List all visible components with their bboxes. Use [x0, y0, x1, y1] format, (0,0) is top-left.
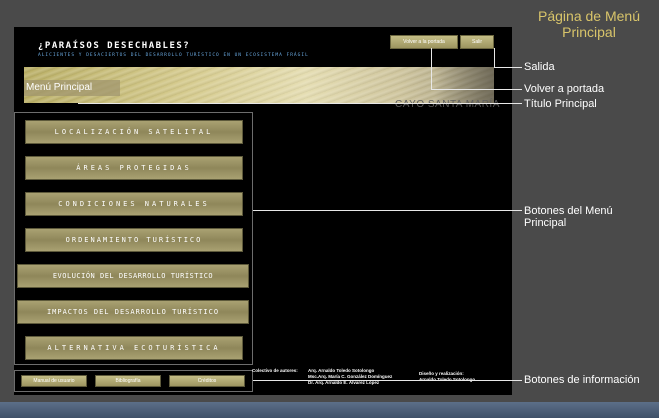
app-title: ¿PARAÍSOS DESECHABLES?	[38, 41, 191, 51]
leader-info-buttons	[253, 380, 522, 381]
menu-button-impactos[interactable]: IMPACTOS DEL DESARROLLO TURÍSTICO	[17, 300, 249, 324]
menu-button-evolucion[interactable]: EVOLUCIÓN DEL DESARROLLO TURÍSTICO	[17, 264, 249, 288]
leader-home	[431, 89, 522, 90]
menu-button-localizacion[interactable]: LOCALIZACIÓN SATELITAL	[25, 120, 243, 144]
annotation-menu-buttons: Botones del Menú Principal	[524, 205, 613, 229]
app-header: ¿PARAÍSOS DESECHABLES? ALICIENTES Y DESA…	[14, 27, 512, 67]
home-button[interactable]: Volver a la portada	[390, 35, 458, 49]
leader-exit-vertical	[494, 48, 495, 67]
credits-design: Diseño y realización: Arnaldo Toledo Sot…	[419, 371, 475, 383]
creditos-button[interactable]: Créditos	[169, 375, 245, 387]
menu-button-areas[interactable]: ÁREAS PROTEGIDAS	[25, 156, 243, 180]
annotation-title: Título Principal	[524, 98, 597, 110]
menu-button-alternativa[interactable]: ALTERNATIVA ECOTURÍSTICA	[25, 336, 243, 360]
menu-button-ordenamiento[interactable]: ORDENAMIENTO TURÍSTICO	[25, 228, 243, 252]
page-title: Página de Menú Principal	[538, 8, 640, 40]
main-menu-panel: LOCALIZACIÓN SATELITAL ÁREAS PROTEGIDAS …	[14, 112, 253, 365]
app-screenshot: ¿PARAÍSOS DESECHABLES? ALICIENTES Y DESA…	[14, 27, 512, 395]
leader-exit	[494, 67, 522, 68]
credits-label: Colectivo de autores:	[252, 368, 298, 373]
leader-home-vertical	[431, 48, 432, 89]
banner-shade	[434, 67, 494, 103]
annotation-info-buttons: Botones de información	[524, 374, 640, 386]
menu-principal-title: Menú Principal	[24, 80, 120, 96]
exit-button[interactable]: Salir	[460, 35, 494, 49]
bibliografia-button[interactable]: Bibliografía	[95, 375, 161, 387]
annotation-exit: Salida	[524, 61, 555, 73]
info-button-panel: Manual de usuario Bibliografía Créditos	[14, 370, 253, 392]
annotation-home: Volver a portada	[524, 83, 605, 95]
leader-title	[78, 103, 522, 104]
leader-menu-buttons	[253, 210, 522, 211]
footer-strip	[0, 402, 659, 418]
manual-button[interactable]: Manual de usuario	[21, 375, 87, 387]
credits-authors: Arq. Arnaldo Toledo Sotolongo Msc.Arq. M…	[308, 368, 392, 386]
menu-button-condiciones[interactable]: CONDICIONES NATURALES	[25, 192, 243, 216]
banner-caption: CAYO SANTA MARÍA	[395, 99, 500, 110]
app-subtitle: ALICIENTES Y DESACIERTOS DEL DESARROLLO …	[38, 53, 309, 58]
